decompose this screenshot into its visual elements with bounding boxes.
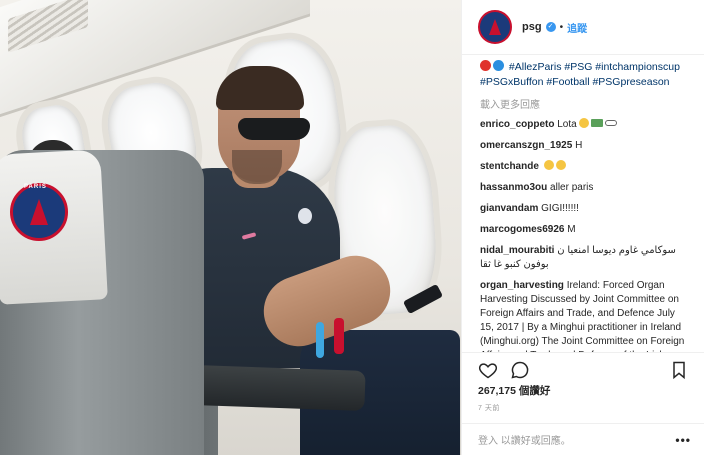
red-bracelet (334, 318, 344, 354)
post-header: psg ✓ • 追蹤 (462, 0, 704, 55)
comment: omercanszgn_1925 H (480, 139, 689, 153)
money-icon (590, 119, 603, 127)
load-more-comments[interactable]: 載入更多回應 (480, 96, 689, 111)
comment-username[interactable]: organ_harvesting (480, 280, 564, 291)
login-bar: 登入 以讚好或回應。 ••• (462, 423, 704, 455)
psg-badge-icon (10, 183, 68, 241)
shirt-crest (298, 208, 312, 224)
comment-username[interactable]: nidal_mourabiti (480, 245, 554, 256)
comment: stentchande (480, 160, 689, 174)
sad-face-icon (578, 118, 589, 128)
comment: nidal_mourabiti سوكامي غاوم ديوسا امنعيا… (480, 244, 689, 272)
comment: marcogomes6926 M (480, 223, 689, 237)
comment-text: GIGI!!!!!! (541, 203, 579, 214)
post-time[interactable]: 7 天前 (478, 403, 500, 413)
comment-text: M (567, 224, 576, 235)
comment-username[interactable]: enrico_coppeto (480, 119, 554, 130)
post-photo[interactable]: PARIS (0, 0, 461, 455)
comment-username[interactable]: gianvandam (480, 203, 538, 214)
comment-text: aller paris (550, 182, 594, 193)
post-sidebar: psg ✓ • 追蹤 #AllezParis #PSG #intchampion… (461, 0, 704, 455)
seat-armrest (194, 365, 366, 411)
login-rest: 以讚好或回應。 (498, 436, 571, 447)
login-link[interactable]: 登入 (478, 436, 498, 447)
pill-icon (604, 120, 617, 126)
username-link[interactable]: psg (522, 21, 542, 33)
like-count[interactable]: 267,175 個讚好 (478, 383, 550, 398)
comment-username[interactable]: hassanmo3ou (480, 182, 547, 193)
instagram-post-view: PARIS psg ✓ • 追蹤 #AllezParis #PSG #intch… (0, 0, 704, 455)
crying-face-icon (555, 160, 566, 170)
separator-dot: • (559, 21, 564, 33)
avatar[interactable] (478, 10, 512, 44)
caption-hashtags[interactable]: #AllezParis #PSG #intchampionscup #PSGxB… (480, 61, 680, 88)
comment: gianvandam GIGI!!!!!! (480, 202, 689, 216)
sunglasses (238, 118, 310, 140)
login-prompt: 登入 以讚好或回應。 (478, 432, 571, 447)
comment: enrico_coppeto Lota (480, 118, 689, 132)
red-circle-icon (480, 60, 491, 71)
comment-icon[interactable] (510, 360, 530, 380)
caption: #AllezParis #PSG #intchampionscup #PSGxB… (480, 60, 689, 90)
action-bar (462, 352, 704, 380)
comment: hassanmo3ou aller paris (480, 181, 689, 195)
comment-text: H (575, 140, 583, 151)
comment-username[interactable]: stentchande (480, 161, 539, 172)
bookmark-icon[interactable] (669, 360, 689, 380)
follow-button[interactable]: 追蹤 (567, 20, 587, 35)
comment-text: Lota (557, 119, 577, 130)
blue-bracelet (316, 322, 324, 358)
blue-circle-icon (493, 60, 504, 71)
heart-icon[interactable] (478, 360, 498, 380)
comments-list[interactable]: #AllezParis #PSG #intchampionscup #PSGxB… (462, 56, 704, 352)
comment-username[interactable]: omercanszgn_1925 (480, 140, 572, 151)
sad-face-icon (543, 160, 554, 170)
psg-badge-text: PARIS (24, 184, 47, 190)
more-options-icon[interactable]: ••• (675, 433, 691, 447)
comment: organ_harvesting Ireland: Forced Organ H… (480, 279, 689, 352)
verified-badge-icon: ✓ (545, 22, 556, 32)
comment-username[interactable]: marcogomes6926 (480, 224, 565, 235)
